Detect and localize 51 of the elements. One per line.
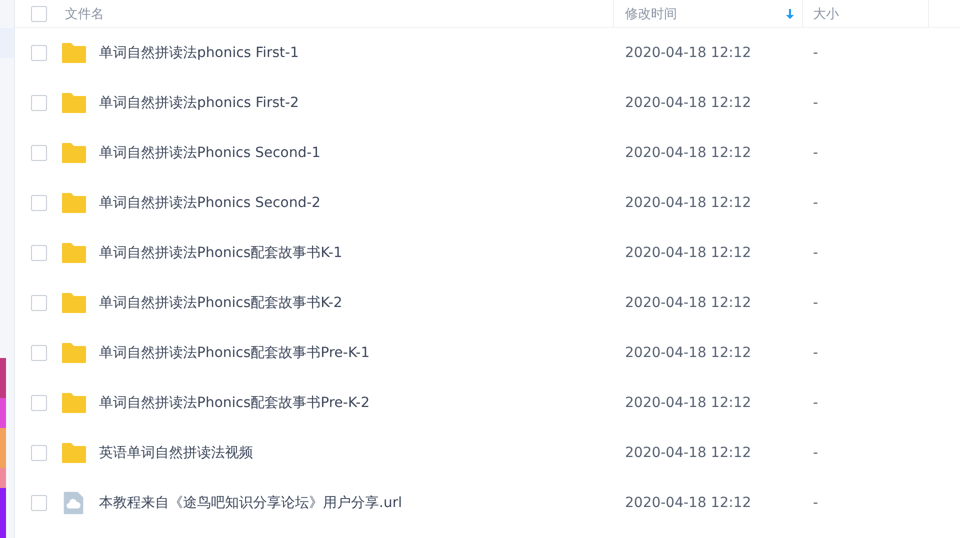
checkbox[interactable] — [31, 495, 47, 511]
file-size: - — [813, 95, 818, 111]
folder-icon — [61, 441, 87, 465]
file-size: - — [813, 345, 818, 361]
modified-date: 2020-04-18 12:12 — [625, 95, 752, 111]
modified-date: 2020-04-18 12:12 — [625, 295, 752, 311]
file-size: - — [813, 445, 818, 461]
folder-icon — [61, 141, 87, 165]
file-name[interactable]: 单词自然拼读法phonics First-1 — [99, 44, 299, 62]
sort-arrow-icon[interactable] — [786, 8, 794, 18]
file-name[interactable]: 单词自然拼读法Phonics配套故事书Pre-K-2 — [99, 394, 370, 412]
checkbox[interactable] — [31, 95, 47, 111]
file-size: - — [813, 195, 818, 211]
folder-icon — [61, 291, 87, 315]
file-size: - — [813, 395, 818, 411]
checkbox[interactable] — [31, 295, 47, 311]
modified-date: 2020-04-18 12:12 — [625, 345, 752, 361]
file-size: - — [813, 245, 818, 261]
modified-date: 2020-04-18 12:12 — [625, 195, 752, 211]
file-size: - — [813, 495, 818, 511]
folder-icon — [61, 41, 87, 65]
checkbox[interactable] — [31, 345, 47, 361]
file-size: - — [813, 295, 818, 311]
checkbox[interactable] — [31, 145, 47, 161]
folder-icon — [61, 241, 87, 265]
modified-date: 2020-04-18 12:12 — [625, 495, 752, 511]
file-name[interactable]: 英语单词自然拼读法视频 — [99, 444, 253, 462]
folder-icon — [61, 341, 87, 365]
modified-date: 2020-04-18 12:12 — [625, 145, 752, 161]
checkbox[interactable] — [31, 395, 47, 411]
checkbox[interactable] — [31, 6, 47, 22]
checkbox[interactable] — [31, 195, 47, 211]
file-size: - — [813, 145, 818, 161]
folder-icon — [61, 191, 87, 215]
folder-icon — [61, 91, 87, 115]
file-name[interactable]: 单词自然拼读法Phonics Second-1 — [99, 144, 321, 162]
modified-date: 2020-04-18 12:12 — [625, 395, 752, 411]
modified-date: 2020-04-18 12:12 — [625, 245, 752, 261]
file-name[interactable]: 单词自然拼读法phonics First-2 — [99, 94, 299, 112]
folder-icon — [61, 391, 87, 415]
file-name[interactable]: 单词自然拼读法Phonics配套故事书Pre-K-1 — [99, 344, 370, 362]
file-name[interactable]: 本教程来自《途鸟吧知识分享论坛》用户分享.url — [99, 494, 402, 512]
checkbox[interactable] — [31, 245, 47, 261]
file-size: - — [813, 45, 818, 61]
file-name[interactable]: 单词自然拼读法Phonics Second-2 — [99, 194, 321, 212]
modified-date: 2020-04-18 12:12 — [625, 45, 752, 61]
file-name[interactable]: 单词自然拼读法Phonics配套故事书K-1 — [99, 244, 342, 262]
checkbox[interactable] — [31, 445, 47, 461]
checkbox[interactable] — [31, 45, 47, 61]
modified-date: 2020-04-18 12:12 — [625, 445, 752, 461]
file-name[interactable]: 单词自然拼读法Phonics配套故事书K-2 — [99, 294, 342, 312]
